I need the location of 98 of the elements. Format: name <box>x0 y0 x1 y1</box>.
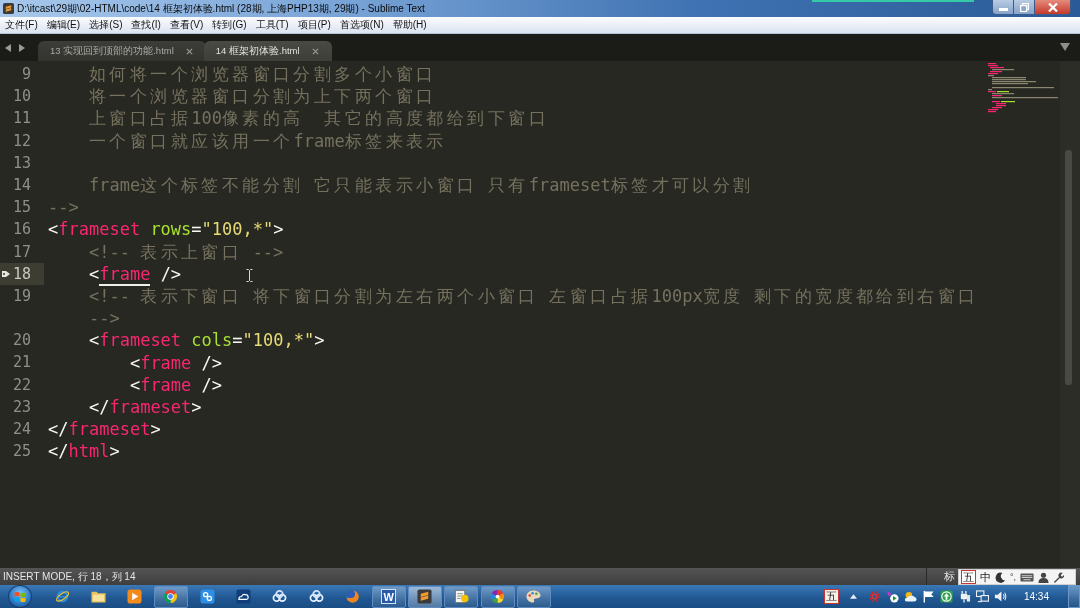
status-text: 标 <box>944 569 955 584</box>
sun-cloud-icon[interactable] <box>903 590 917 603</box>
taskbar-button[interactable] <box>407 585 442 608</box>
up-arrow-icon[interactable] <box>939 590 953 603</box>
close-icon[interactable] <box>185 47 193 55</box>
letter-tile: W <box>381 589 397 604</box>
line-number: 18 <box>0 262 44 285</box>
code-line: --> <box>48 197 79 218</box>
line-number: 23 <box>11 396 32 418</box>
flag-icon[interactable] <box>921 590 935 603</box>
play-icon <box>127 589 143 604</box>
line-number: 22 <box>11 374 32 396</box>
dark-tile-icon <box>417 589 433 604</box>
line-number: 12 <box>11 130 32 152</box>
restore-button[interactable] <box>1013 0 1035 15</box>
close-icon[interactable] <box>311 47 319 55</box>
line-number: 13 <box>11 152 32 174</box>
start-button[interactable] <box>8 585 32 608</box>
code-line: </frameset> <box>48 419 161 440</box>
line-number: 17 <box>11 241 32 263</box>
tab[interactable]: 13 实现回到顶部的功能.html <box>38 41 206 61</box>
close-button[interactable] <box>1035 0 1071 15</box>
punctuation-toggle[interactable]: °, <box>1010 572 1017 582</box>
language-toggle[interactable]: 中 <box>980 569 991 585</box>
keyboard-icon[interactable] <box>1020 572 1035 582</box>
menu-item[interactable]: 文件(F) <box>5 18 38 32</box>
clock[interactable]: 14:34 <box>1023 591 1049 602</box>
document-badge-icon <box>453 589 469 604</box>
wrench-icon[interactable] <box>1053 571 1065 583</box>
code-line: --> <box>88 308 120 329</box>
code-line: </frameset> <box>88 396 202 417</box>
code-line: <!-- 表示上窗口 --> <box>88 241 284 262</box>
linked-rings-icon <box>308 589 324 604</box>
line-number: 11 <box>11 108 32 130</box>
menu-item[interactable]: 首选项(N) <box>339 18 384 32</box>
taskbar-button[interactable] <box>444 585 479 608</box>
person-icon[interactable] <box>1038 571 1050 583</box>
cloud-tile-icon <box>236 589 251 604</box>
play-badge-icon[interactable] <box>885 590 899 603</box>
code-line: <frame /> <box>129 374 223 395</box>
window-title: D:\itcast\29期\02-HTML\code\14 框架初体验.html (28期, 上海PHP13期, 29期) - Sublime Text <box>17 1 425 16</box>
line-number: 16 <box>11 219 32 241</box>
moon-icon[interactable] <box>995 571 1006 583</box>
code-line: </html> <box>48 441 120 462</box>
app-tile-icon <box>199 589 215 604</box>
line-number: 10 <box>11 86 32 108</box>
ime-tray-indicator[interactable]: 五 <box>823 589 839 604</box>
menu-item[interactable]: 编辑(E) <box>46 18 81 32</box>
scrollbar-thumb[interactable] <box>1065 150 1072 385</box>
code-line: <frame /> <box>129 352 223 373</box>
line-number: 15 <box>11 197 32 219</box>
line-number: 19 <box>11 285 32 307</box>
menu-item[interactable]: 转到(G) <box>212 18 247 32</box>
folder-icon <box>90 589 106 604</box>
caret-down-icon[interactable] <box>1060 43 1070 51</box>
line-number: 20 <box>11 330 32 352</box>
menu-item[interactable]: 选择(S) <box>89 18 123 32</box>
taskbar-button[interactable] <box>516 585 551 608</box>
app-icon <box>3 3 14 14</box>
code-line: 将一个浏览器窗口分割为上下两个窗口 <box>88 86 437 107</box>
line-number: 21 <box>11 352 32 374</box>
menu-item[interactable]: 帮助(H) <box>392 18 427 32</box>
minimize-button[interactable] <box>992 0 1013 15</box>
restore-icon <box>1019 2 1029 12</box>
code-line: <frame /> <box>88 263 182 284</box>
fox-globe-icon <box>344 589 360 604</box>
line-number: 14 <box>11 174 32 196</box>
color-wheel-icon <box>490 589 506 604</box>
code-line: <frameset rows="100,*"> <box>48 219 284 240</box>
caret-left-icon[interactable] <box>5 44 11 52</box>
menu-item[interactable]: 查看(V) <box>169 18 204 32</box>
code-line: <frameset cols="100,*"> <box>88 330 325 351</box>
taskbar-button[interactable]: W <box>371 585 406 608</box>
tab[interactable]: 14 框架初体验.html <box>203 41 332 61</box>
code-line: 如何将一个浏览器窗口分割多个小窗口 <box>88 64 437 85</box>
minimap[interactable] <box>988 62 1058 113</box>
speaker-icon[interactable] <box>993 590 1007 603</box>
palette-icon <box>526 589 542 604</box>
network-icon[interactable] <box>975 590 989 603</box>
close-icon <box>1047 2 1058 12</box>
line-number: 25 <box>11 441 32 463</box>
menu-item[interactable]: 查找(I) <box>131 18 161 32</box>
caret-up-icon[interactable] <box>849 594 857 599</box>
line-number: 9 <box>20 64 32 85</box>
text-cursor-icon <box>246 269 253 282</box>
tricolor-circle-icon <box>163 589 179 604</box>
ime-mode-indicator[interactable]: 五 <box>961 570 976 584</box>
caret-right-icon[interactable] <box>19 44 25 52</box>
window-flag-icon <box>14 590 26 603</box>
taskbar-button[interactable] <box>153 585 188 608</box>
status-text: INSERT MODE, 行 18，列 14 <box>2 569 136 584</box>
menu-item[interactable]: 工具(T) <box>255 18 289 32</box>
menu-item[interactable]: 项目(P) <box>297 18 331 32</box>
linked-rings-icon <box>272 589 288 604</box>
line-number: 24 <box>11 419 32 440</box>
ring-orbit-icon <box>54 589 70 604</box>
minimize-icon <box>998 7 1008 11</box>
taskbar-button[interactable] <box>480 585 515 608</box>
